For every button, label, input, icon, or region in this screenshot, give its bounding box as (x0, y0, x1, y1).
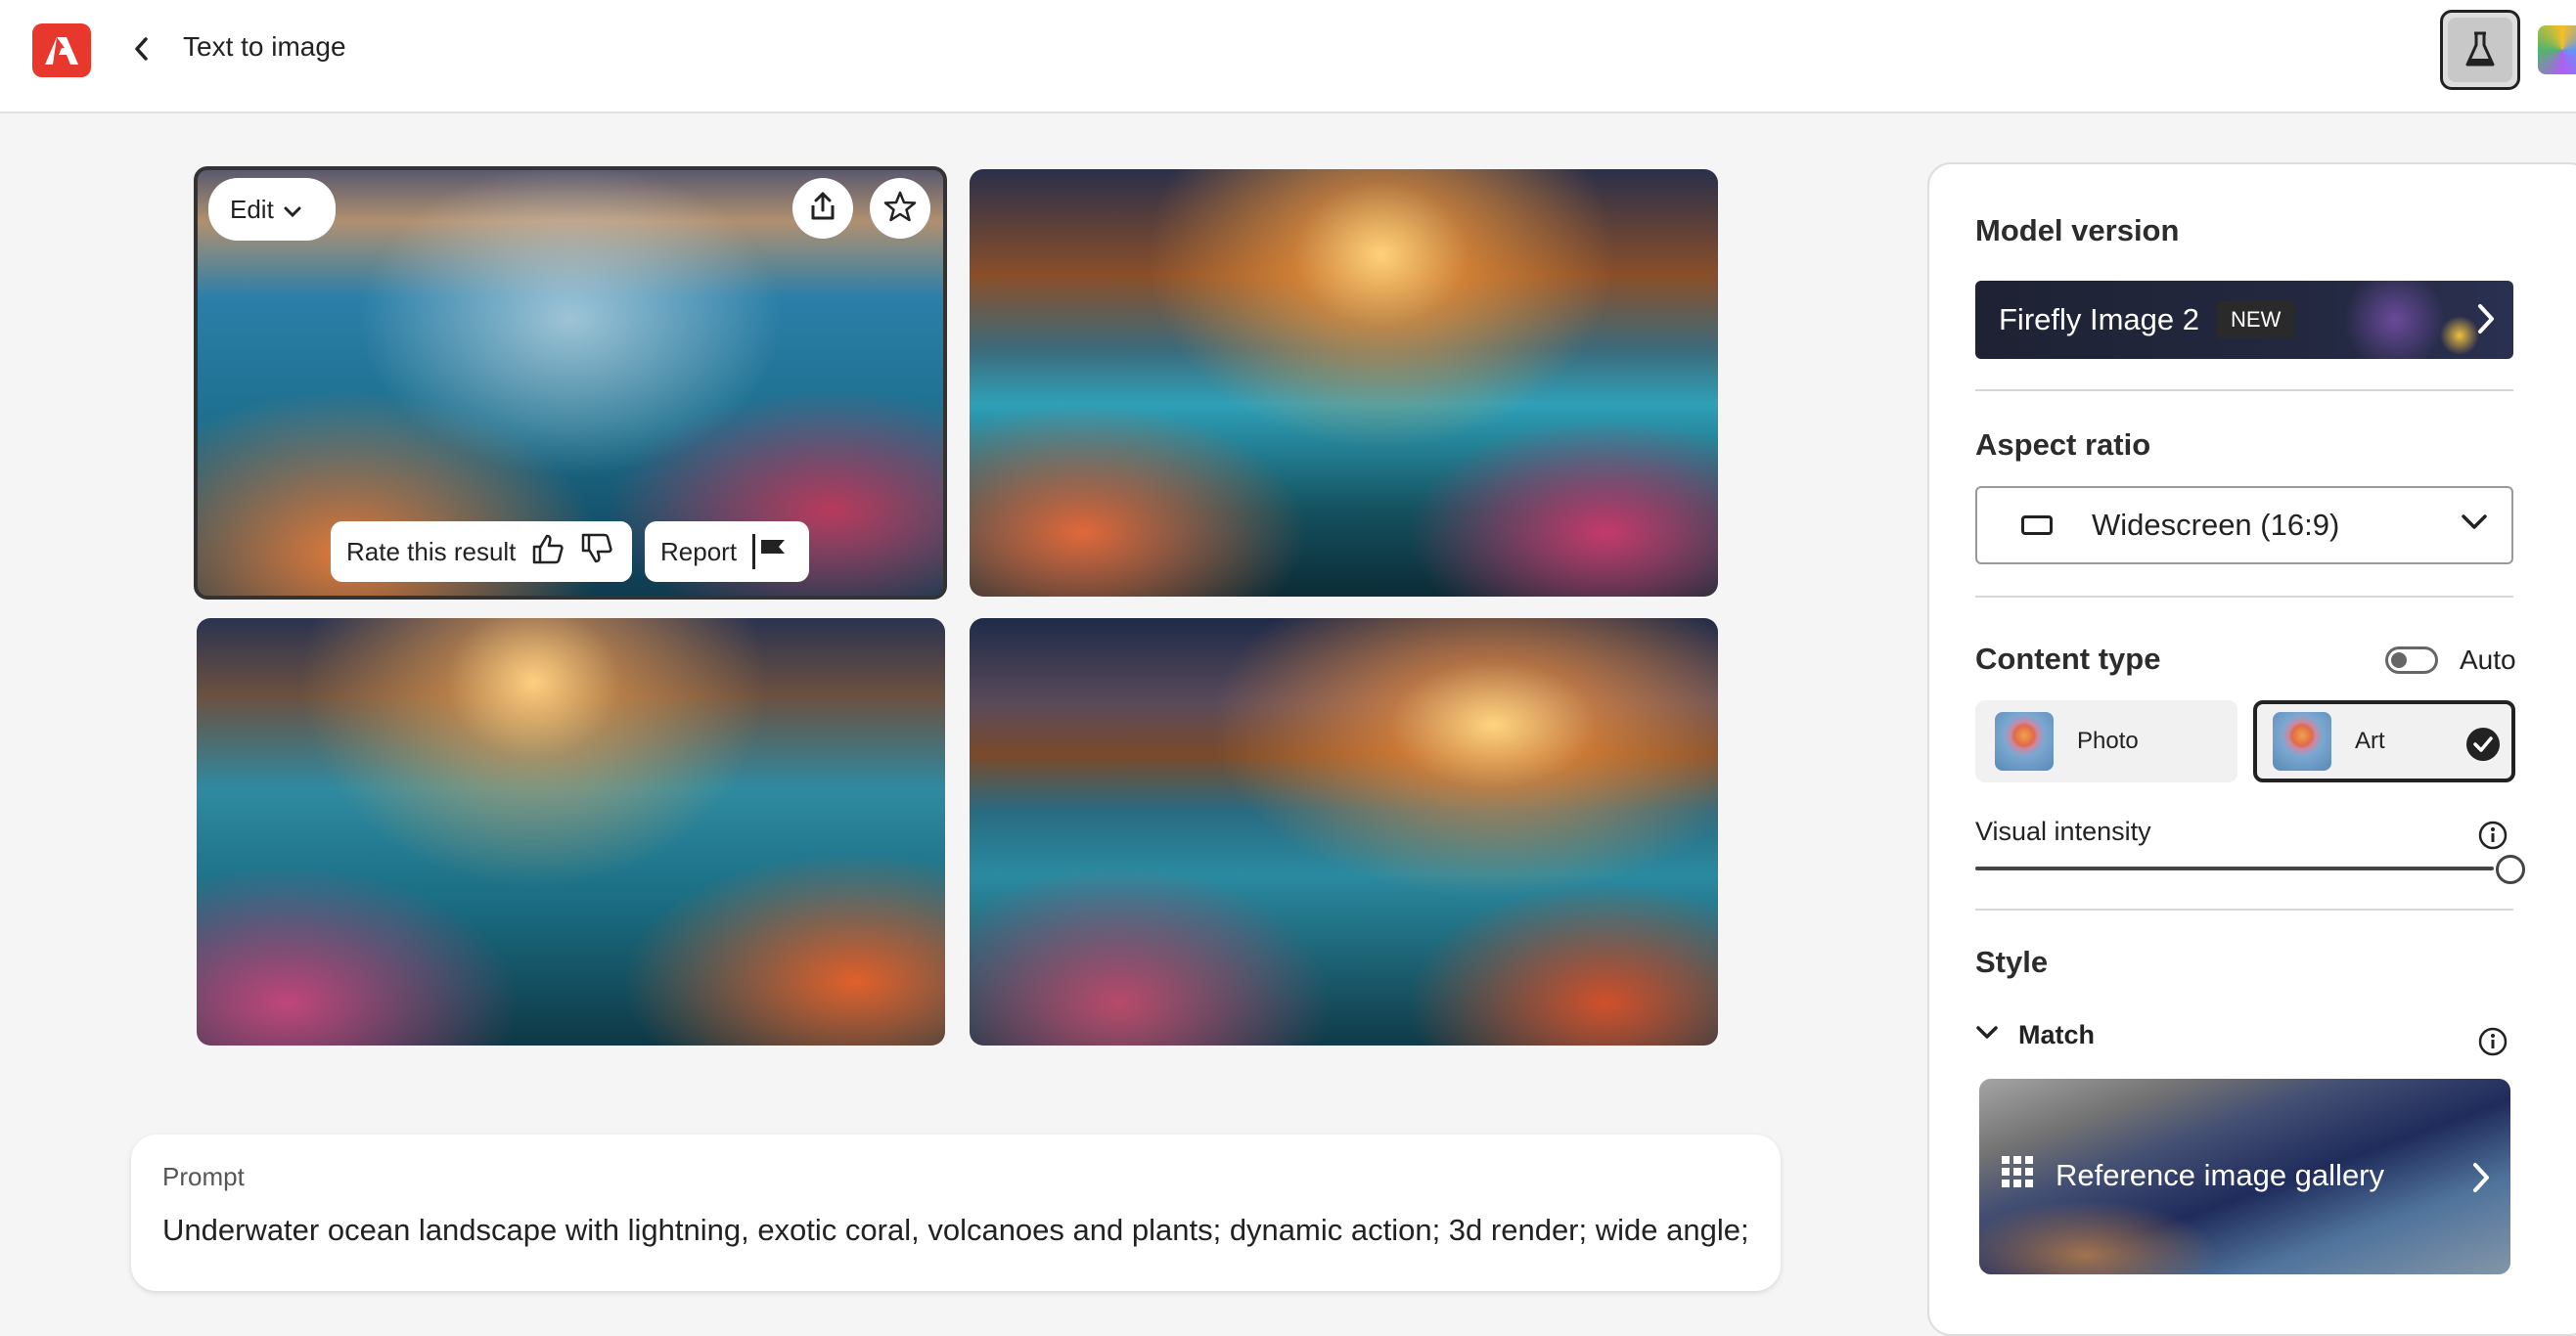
beaker-icon (2448, 18, 2512, 82)
rate-result-bar: Rate this result (331, 521, 632, 582)
divider (1975, 389, 2513, 391)
page-title: Text to image (183, 31, 346, 62)
new-badge: NEW (2217, 301, 2295, 338)
content-type-photo[interactable]: Photo (1975, 700, 2237, 782)
user-avatar[interactable] (2538, 25, 2576, 74)
rate-label: Rate this result (346, 536, 517, 566)
info-icon[interactable] (2477, 1026, 2508, 1057)
favorite-button[interactable] (870, 178, 930, 239)
prompt-input[interactable]: Underwater ocean landscape with lightnin… (162, 1213, 1749, 1248)
content-type-title: Content type (1975, 642, 2161, 676)
art-thumbnail (2273, 712, 2331, 771)
auto-toggle[interactable] (2385, 646, 2438, 674)
share-button[interactable] (792, 178, 853, 239)
chevron-down-icon (284, 195, 301, 225)
share-icon (807, 191, 838, 227)
chevron-down-icon (1975, 1025, 1999, 1046)
report-label: Report (660, 536, 738, 566)
adobe-logo-icon[interactable] (32, 23, 91, 77)
grid-icon (2001, 1155, 2034, 1196)
photo-thumbnail (1995, 712, 2054, 771)
visual-intensity-label: Visual intensity (1975, 817, 2151, 846)
model-version-button[interactable]: Firefly Image 2 NEW (1975, 281, 2513, 359)
star-icon (883, 190, 917, 228)
app-header: Text to image (0, 0, 2576, 113)
aspect-ratio-select[interactable]: Widescreen (16:9) (1975, 486, 2513, 564)
gallery-content: Reference image gallery (2001, 1155, 2384, 1196)
slider-handle[interactable] (2496, 855, 2525, 884)
match-label: Match (2018, 1020, 2096, 1049)
thumbs-up-icon[interactable] (531, 532, 565, 572)
divider (1975, 596, 2513, 598)
checkmark-icon (2466, 728, 2500, 761)
chevron-down-icon (2461, 513, 2488, 536)
match-section-toggle[interactable]: Match (1975, 1020, 2095, 1050)
widescreen-icon (2021, 515, 2053, 535)
model-version-value: Firefly Image 2 (1999, 302, 2200, 336)
chevron-right-icon (2476, 302, 2496, 340)
reference-image-gallery-button[interactable]: Reference image gallery (1979, 1079, 2510, 1274)
art-label: Art (2355, 728, 2385, 754)
model-version-title: Model version (1975, 213, 2180, 247)
thumbs-down-icon[interactable] (580, 532, 613, 572)
generated-image-3[interactable] (197, 618, 945, 1046)
photo-label: Photo (2077, 728, 2139, 754)
flag-icon (752, 534, 787, 569)
aspect-ratio-value: Widescreen (16:9) (2092, 508, 2340, 542)
report-button[interactable]: Report (645, 521, 809, 582)
style-title: Style (1975, 945, 2049, 979)
auto-label: Auto (2460, 645, 2516, 675)
aspect-ratio-title: Aspect ratio (1975, 427, 2151, 462)
edit-dropdown-button[interactable]: Edit (208, 178, 336, 241)
prompt-label: Prompt (162, 1162, 245, 1191)
toggle-knob (2391, 652, 2407, 668)
generated-image-2[interactable] (970, 169, 1718, 597)
divider (1975, 909, 2513, 911)
generated-image-4[interactable] (970, 618, 1718, 1046)
chevron-right-icon (2471, 1161, 2491, 1199)
prompt-card[interactable]: Prompt Underwater ocean landscape with l… (131, 1135, 1781, 1291)
labs-button[interactable] (2440, 10, 2520, 90)
info-icon[interactable] (2477, 820, 2508, 851)
gallery-label: Reference image gallery (2056, 1158, 2385, 1192)
content-type-art[interactable]: Art (2253, 700, 2515, 782)
edit-label: Edit (230, 194, 274, 224)
visual-intensity-slider[interactable] (1975, 867, 2494, 870)
back-chevron-icon[interactable] (123, 29, 158, 68)
